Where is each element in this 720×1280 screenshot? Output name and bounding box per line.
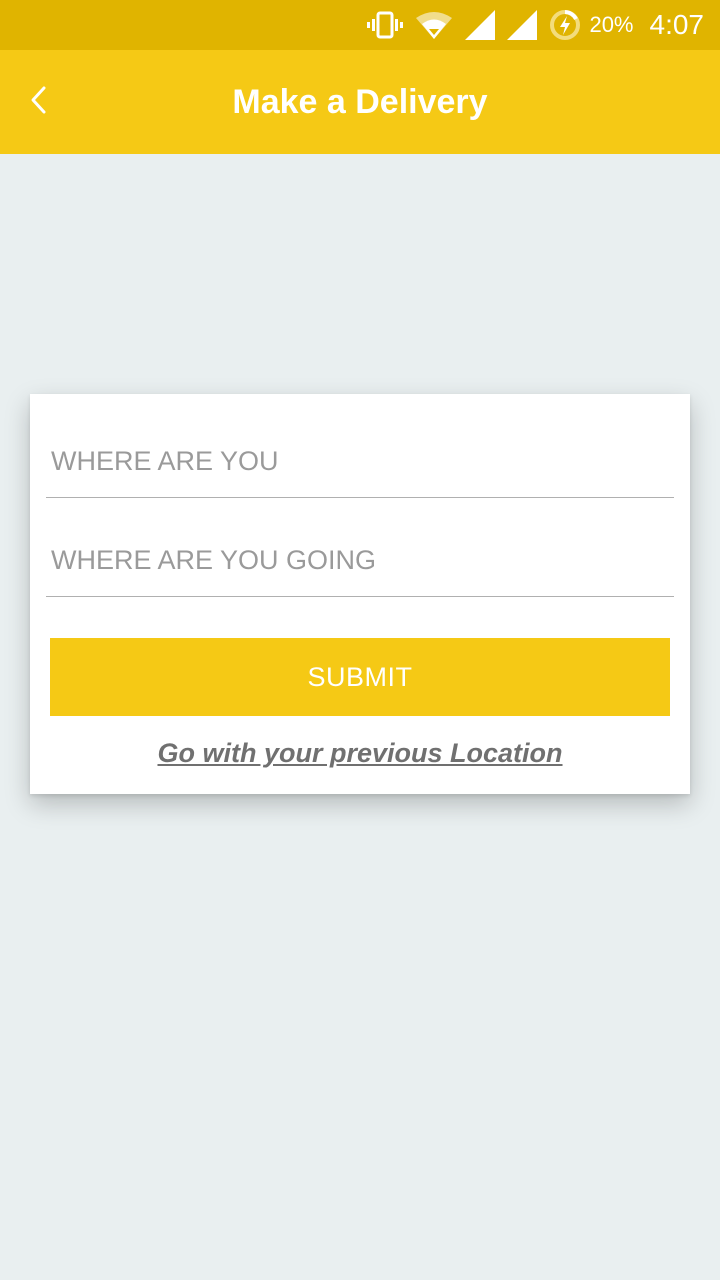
page-title: Make a Delivery (232, 82, 488, 121)
vibrate-icon (367, 11, 404, 39)
chevron-left-icon (28, 84, 48, 121)
pickup-location-input[interactable] (46, 426, 674, 498)
battery-percentage: 20% (589, 12, 634, 37)
submit-button[interactable]: SUBMIT (50, 638, 670, 716)
delivery-form-card: SUBMIT Go with your previous Location (30, 394, 690, 794)
status-bar: 20% 4:07 (0, 0, 720, 50)
cell-signal-icon (465, 10, 496, 40)
wifi-icon (415, 11, 453, 39)
app-bar: Make a Delivery (0, 50, 720, 154)
back-button[interactable] (20, 84, 56, 120)
cell-signal-icon (507, 10, 538, 40)
battery-charging-icon (549, 9, 581, 41)
destination-location-input[interactable] (46, 525, 674, 597)
previous-location-link[interactable]: Go with your previous Location (30, 738, 690, 769)
clock: 4:07 (649, 9, 705, 40)
